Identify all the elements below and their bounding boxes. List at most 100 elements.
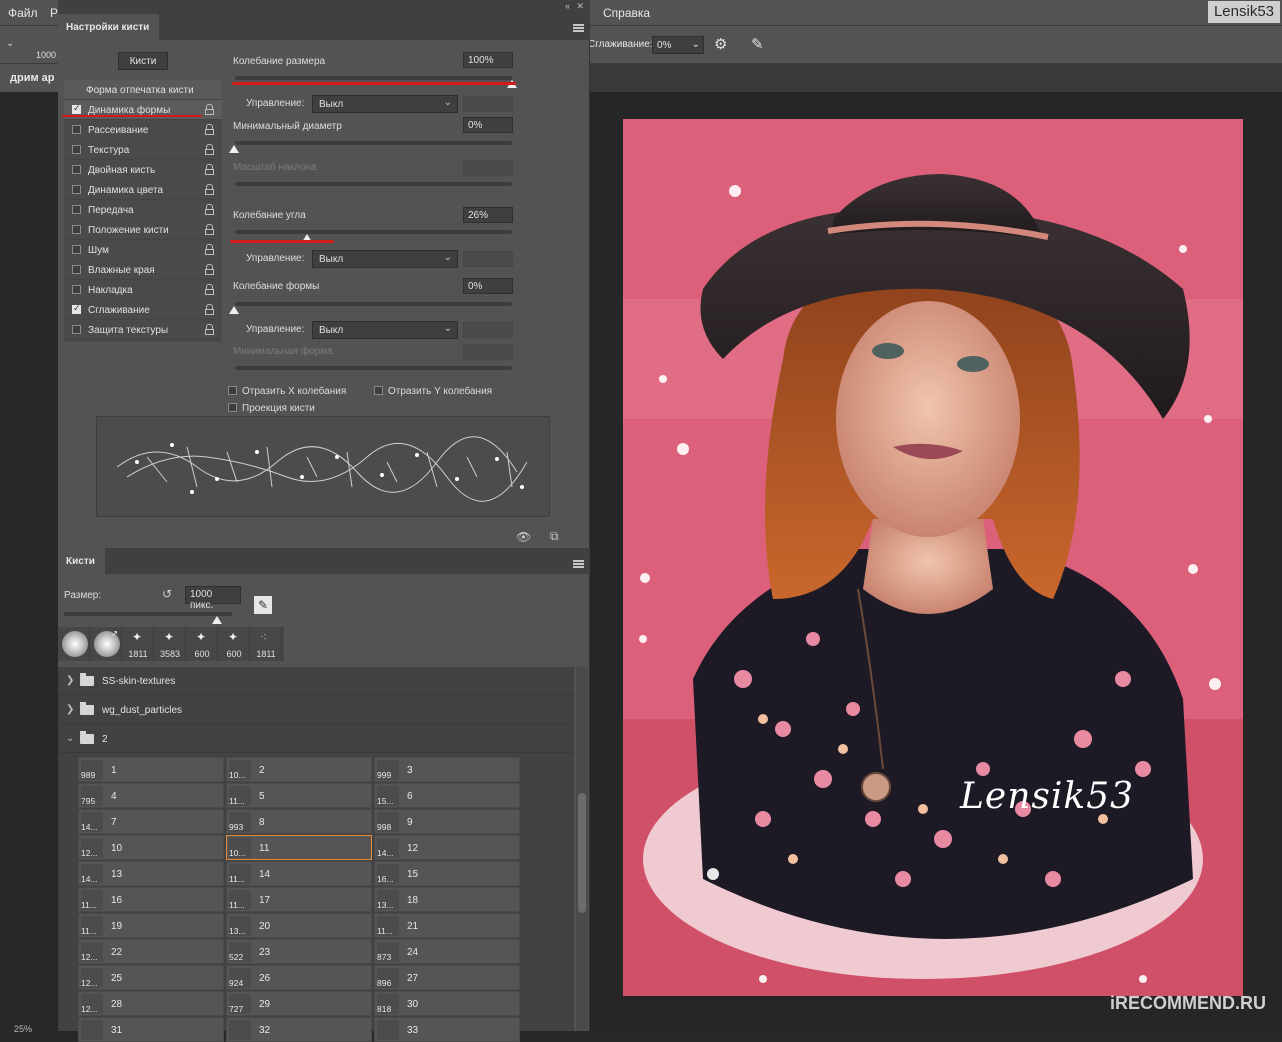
menu-edit[interactable]: Р [50,6,58,20]
brush-tile[interactable]: 795 4 [78,783,224,808]
brush-tile[interactable]: 11... 16 [78,887,224,912]
lock-icon[interactable] [205,164,214,175]
lock-icon[interactable] [205,224,214,235]
brush-tile[interactable]: 11... 5 [226,783,372,808]
checkbox[interactable] [72,245,81,254]
lock-icon[interactable] [205,104,214,115]
brush-tile[interactable]: 11... 14 [226,861,372,886]
checkbox[interactable] [72,103,81,114]
option-brush-tip-shape[interactable]: Форма отпечатка кисти [64,80,222,100]
brush-projection-checkbox[interactable] [228,403,237,412]
preset-3583[interactable]: ✦ 3583 [154,627,186,661]
size-jitter-slider[interactable] [235,76,512,80]
min-diameter-slider[interactable] [235,141,512,145]
brush-size-input[interactable]: 1000 пикс. [185,586,241,611]
brush-tile[interactable]: 11... 21 [374,913,520,938]
brush-tile[interactable]: 12... 28 [78,991,224,1016]
chevron-right-icon[interactable]: ❯ [66,704,74,715]
preset-soft-round[interactable] [58,627,90,661]
checkbox[interactable] [72,325,81,334]
roundness-jitter-thumb[interactable] [229,306,239,314]
chevron-right-icon[interactable]: ❯ [66,675,74,686]
roundness-control-dropdown[interactable]: Выкл ⌄ [312,321,458,339]
lock-icon[interactable] [205,144,214,155]
flip-y-checkbox[interactable] [374,386,383,395]
min-diameter-thumb[interactable] [229,145,239,153]
checkbox[interactable] [72,265,81,274]
checkbox[interactable] [72,165,81,174]
brush-tile[interactable]: 12... 10 [78,835,224,860]
menu-file[interactable]: Файл [8,6,38,20]
lock-icon[interactable] [205,204,214,215]
brush-tile[interactable]: 33 [374,1017,520,1042]
chevron-down-icon[interactable]: ⌄ [66,733,74,744]
flip-x-checkbox[interactable] [228,386,237,395]
lock-icon[interactable] [205,264,214,275]
brush-tile[interactable]: 10... 2 [226,757,372,782]
option-noise[interactable]: Шум [64,240,222,260]
checkbox[interactable] [72,125,81,134]
brush-tile[interactable]: 10... 11 [226,835,372,860]
lock-icon[interactable] [205,184,214,195]
panel-menu-icon[interactable] [573,560,584,568]
brush-tile[interactable]: 32 [226,1017,372,1042]
brush-size-readout[interactable]: 1000 [36,50,56,60]
brush-tile[interactable]: 11... 17 [226,887,372,912]
preset-600[interactable]: ✦ 600 [186,627,218,661]
checkbox[interactable] [72,145,81,154]
option-build-up[interactable]: Накладка [64,280,222,300]
checkbox[interactable] [72,303,81,314]
brush-tile[interactable]: 993 8 [226,809,372,834]
brush-tile[interactable]: 818 30 [374,991,520,1016]
brush-edit-icon[interactable]: ✎ [254,596,272,614]
brush-size-thumb[interactable] [212,616,222,624]
option-brush-pose[interactable]: Положение кисти [64,220,222,240]
checkbox[interactable] [72,285,81,294]
checkbox[interactable] [72,225,81,234]
brush-tile[interactable]: 16... 15 [374,861,520,886]
brush-tile[interactable]: 998 9 [374,809,520,834]
folder-row[interactable]: ❯ wg_dust_particles [58,696,574,724]
option-transfer[interactable]: Передача [64,200,222,220]
toggle-preview-icon[interactable]: 👁 [516,530,531,544]
close-icon[interactable]: ✕ [576,1,584,12]
min-diameter-input[interactable]: 0% [463,117,513,133]
brush-tile[interactable]: 873 24 [374,939,520,964]
new-preset-icon[interactable]: ⧉ [550,529,559,544]
brush-tile[interactable]: 12... 25 [78,965,224,990]
brush-tile[interactable]: 896 27 [374,965,520,990]
option-protect-texture[interactable]: Защита текстуры [64,320,222,340]
preset-soft-round-2[interactable]: ↗ [90,627,122,661]
angle-jitter-input[interactable]: 26% [463,207,513,223]
brush-tile[interactable]: 11... 19 [78,913,224,938]
folder-row[interactable]: ❯ SS-skin-textures [58,667,574,695]
brush-tile[interactable]: 15... 6 [374,783,520,808]
brush-tile[interactable]: 727 29 [226,991,372,1016]
preset-1811[interactable]: ✦ 1811 [122,627,154,661]
checkbox[interactable] [72,205,81,214]
tool-preset-chevron-icon[interactable]: ⌄ [6,38,14,49]
smoothing-input[interactable]: 0% ⌄ [652,36,704,54]
lock-icon[interactable] [205,324,214,335]
brushes-button[interactable]: Кисти [118,52,168,70]
brush-tile[interactable]: 14... 13 [78,861,224,886]
tab-brush-settings[interactable]: Настройки кисти [58,14,160,40]
brush-tile[interactable]: 989 1 [78,757,224,782]
preset-600-b[interactable]: ✦ 600 [218,627,250,661]
option-smoothing[interactable]: Сглаживание [64,300,222,320]
checkbox[interactable] [72,185,81,194]
option-scattering[interactable]: Рассеивание [64,120,222,140]
option-color-dynamics[interactable]: Динамика цвета [64,180,222,200]
brush-tile[interactable]: 999 3 [374,757,520,782]
folder-row-open[interactable]: ⌄ 2 [58,725,574,753]
brush-tile[interactable]: 14... 7 [78,809,224,834]
brush-tile[interactable]: 13... 18 [374,887,520,912]
angle-jitter-slider[interactable] [235,230,512,234]
canvas-artwork[interactable] [623,119,1243,996]
scrollbar[interactable] [576,667,588,1031]
brush-tile[interactable]: 12... 22 [78,939,224,964]
document-tab[interactable]: дрим ар [0,64,60,92]
brush-tile[interactable]: 924 26 [226,965,372,990]
roundness-jitter-input[interactable]: 0% [463,278,513,294]
size-jitter-input[interactable]: 100% [463,52,513,68]
